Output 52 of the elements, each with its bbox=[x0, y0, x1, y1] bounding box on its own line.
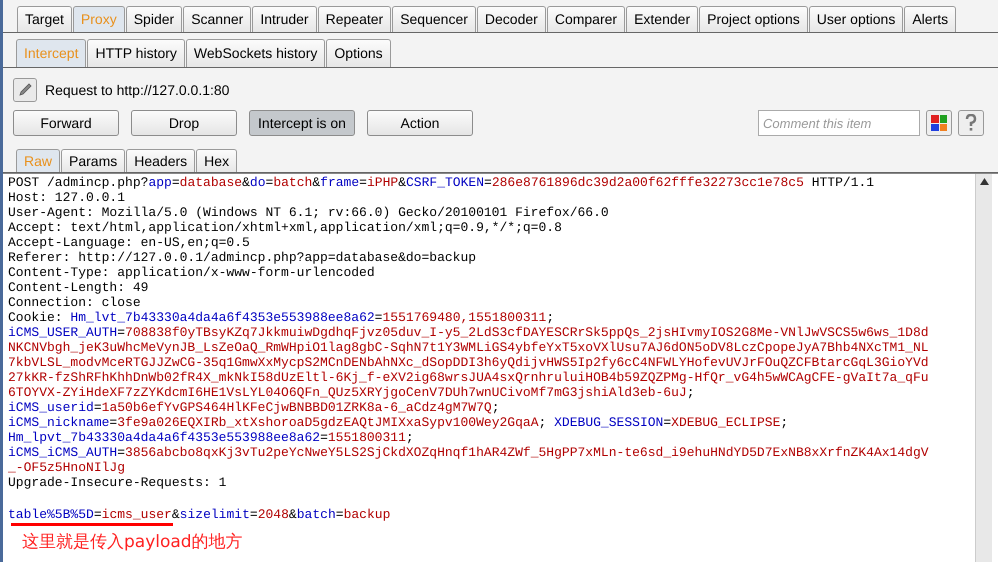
request-line: User-Agent: Mozilla/5.0 (Windows NT 6.1; rv:66.0) Gecko/20100101 Firefox/66.0 bbox=[8, 205, 609, 220]
tab[interactable]: Extender bbox=[626, 6, 698, 32]
request-line: Accept: text/html,application/xhtml+xml,application/xml;q=0.9,*/*;q=0.8 bbox=[8, 220, 562, 235]
annotation-text: 这里就是传入payload的地方 bbox=[22, 531, 243, 554]
edit-pencil-icon[interactable] bbox=[13, 78, 37, 102]
request-line: 27kKR-fzShRFhKhhDnWb02fR4X_mkNkI58dUzEltl-6Kj_f-eXV2ig68wrsJUA4sxQrnhruluiHOB4b59ZQZPMg-HfQr_vG4h5wWCAgCFE-gVaIt7a_qFu bbox=[8, 370, 929, 385]
tab[interactable]: Target bbox=[17, 6, 72, 32]
tab[interactable]: Sequencer bbox=[392, 6, 476, 32]
action-button[interactable]: Forward bbox=[13, 110, 119, 136]
request-line: table%5B%5D=icms_user&sizelimit=2048&batch=backup bbox=[8, 507, 390, 522]
request-line: _-OF5z5HnoNIlJg bbox=[8, 460, 126, 475]
tab[interactable]: Headers bbox=[126, 149, 196, 172]
tab[interactable]: Decoder bbox=[476, 6, 546, 32]
request-line: Accept-Language: en-US,en;q=0.5 bbox=[8, 235, 250, 250]
request-line: iCMS_USER_AUTH=708838f0yTBsyKZq7JkkmuiwDgdhqFjvz05duv_I-y5_2LdS3cfDAYESCRrSk5ppQs_2jsHIvmyIOS2G8Me-VNlJwVSCS5w6ws_1D8d bbox=[8, 325, 929, 340]
request-target: Request to http://127.0.0.1:80 bbox=[45, 80, 230, 100]
action-button[interactable]: Drop bbox=[131, 110, 237, 136]
request-line: Connection: close bbox=[8, 295, 141, 310]
request-line: 6TOYVX-ZYiHdeXF7zZYKdcmI6HE1VsLYL04O6QFn_QUz5XRYjgoCenV7DUh7wnUCivoMf7mG3jshiAld3eb-6uJ; bbox=[8, 385, 695, 400]
request-line: POST /admincp.php?app=database&do=batch&frame=iPHP&CSRF_TOKEN=286e8761896dc39d2a00f62fffe32273cc1e78c5 HTTP/1.1 bbox=[8, 175, 874, 190]
request-line: 7kbVLSL_modvMceRTGJJZwCG-35q1GmwXxMycpS2MCnDENbAhNXc_dSopDDI3h6yQdijvHWS5Ip2fy6cC4NFWLYHofevUVJrFOuQZCFBtarcGqL3GioYVd bbox=[8, 355, 929, 370]
action-button[interactable]: Action bbox=[367, 110, 473, 136]
comment-field[interactable]: Comment this item bbox=[758, 110, 920, 136]
tab[interactable]: Comparer bbox=[546, 6, 626, 32]
tab[interactable]: HTTP history bbox=[87, 39, 185, 67]
tab[interactable]: Repeater bbox=[318, 6, 392, 32]
tab[interactable]: WebSockets history bbox=[186, 39, 326, 67]
request-line: iCMS_userid=1a50b6efYvGPS464HlKFeCjwBNBBD01ZRK8a-6_aCdz4gM7W7Q; bbox=[8, 400, 500, 415]
tab[interactable]: Options bbox=[326, 39, 391, 67]
scroll-up-icon bbox=[980, 178, 988, 185]
tab[interactable]: Alerts bbox=[904, 6, 956, 32]
request-line: Upgrade-Insecure-Requests: 1 bbox=[8, 475, 226, 490]
scrollbar[interactable] bbox=[975, 174, 992, 562]
tab[interactable]: Spider bbox=[126, 6, 182, 32]
tab[interactable]: Intruder bbox=[252, 6, 317, 32]
request-line: Hm_lpvt_7b43330a4da4a6f4353e553988ee8a62=1551800311; bbox=[8, 430, 414, 445]
request-line: Cookie: Hm_lvt_7b43330a4da4a6f4353e553988ee8a62=1551769480,1551800311; bbox=[8, 310, 554, 325]
tab[interactable]: Hex bbox=[196, 149, 238, 172]
tab[interactable]: User options bbox=[808, 6, 904, 32]
tab[interactable]: Params bbox=[61, 149, 126, 172]
tab[interactable]: Scanner bbox=[183, 6, 252, 32]
request-line: iCMS_nickname=3fe9a026EQXIRb_xtXshoroaD5gdzEAQtJMIXxaSypv100Wey2GqaA; XDEBUG_SESSION=XDEBUG_ECLIPSE; bbox=[8, 415, 788, 430]
action-button[interactable]: Intercept is on bbox=[249, 110, 355, 136]
color-grid-icon[interactable] bbox=[926, 110, 952, 136]
request-line: Content-Length: 49 bbox=[8, 280, 148, 295]
tab[interactable]: Project options bbox=[699, 6, 808, 32]
request-line: iCMS_iCMS_AUTH=3856abcbo8qxKj3vTu2peYcNweY5LS2SjCkdXOZqHnqf1hAR4ZWf_5HgPP7xMLn-te6sd_i9ehuHNdYD5D7ExNB8xXrfnZK4Ax14dgV bbox=[8, 445, 929, 460]
help-icon[interactable] bbox=[958, 110, 984, 136]
request-line: Host: 127.0.0.1 bbox=[8, 190, 126, 205]
request-line: Referer: http://127.0.0.1/admincp.php?app=database&do=backup bbox=[8, 250, 476, 265]
request-line: Content-Type: application/x-www-form-urlencoded bbox=[8, 265, 375, 280]
request-line: NKCNVbgh_jeK3uWhcMeVynJB_LsZeOaQ_RmWHpiO1lag8gbC-SqhN7t1Y3WMLiGS4ybfeYxT5xoVXlUsu7AJ6dON5oDV8LczCpopeJyA7Bhb4NXcTM1_NL bbox=[8, 340, 929, 355]
